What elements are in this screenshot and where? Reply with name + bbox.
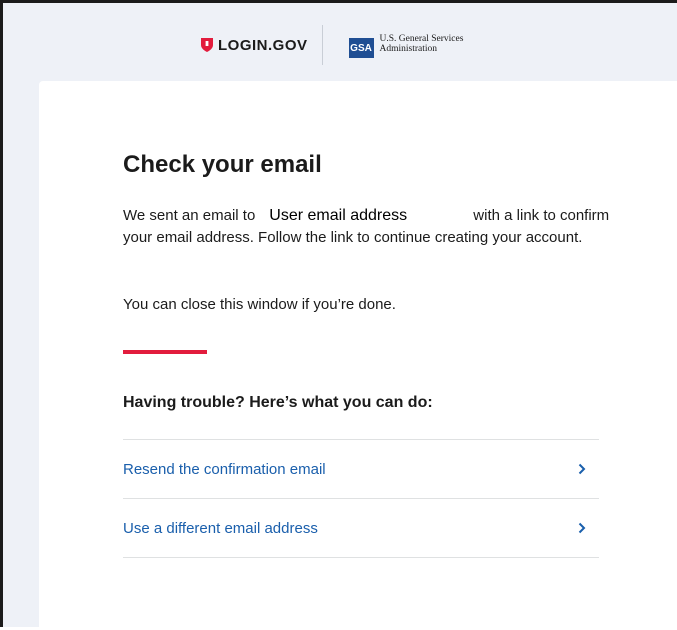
chevron-right-icon [578, 463, 586, 475]
section-divider [123, 350, 207, 354]
login-gov-logo-text: LOGIN.GOV [218, 36, 308, 54]
page-title: Check your email [123, 151, 322, 178]
user-email-address: User email address [269, 207, 408, 224]
shield-icon [201, 38, 213, 52]
gsa-name: U.S. General Services Administration [380, 34, 464, 54]
resend-confirmation-link[interactable]: Resend the confirmation email [123, 440, 599, 499]
login-gov-logo[interactable]: LOGIN.GOV [201, 37, 308, 54]
chevron-right-icon [578, 522, 586, 534]
resend-confirmation-label: Resend the confirmation email [123, 460, 326, 478]
different-email-label: Use a different email address [123, 519, 318, 537]
different-email-link[interactable]: Use a different email address [123, 499, 599, 558]
site-header: LOGIN.GOV GSA U.S. General Services Admi… [3, 3, 677, 81]
gsa-logo: GSA [348, 38, 374, 58]
gsa-name-line2: Administration [379, 44, 438, 54]
trouble-options-list: Resend the confirmation email Use a diff… [123, 439, 599, 558]
gsa-name-line1: U.S. General Services [379, 34, 464, 44]
close-window-message: You can close this window if you’re done… [123, 296, 396, 313]
help-heading: Having trouble? Here’s what you can do: [123, 394, 433, 411]
content-card: Check your email We sent an email to User… [39, 81, 677, 630]
browser-frame: LOGIN.GOV GSA U.S. General Services Admi… [0, 0, 677, 630]
message-lead: We sent an email to [123, 207, 256, 224]
confirmation-message: We sent an email to User email address wit… [123, 205, 623, 249]
gsa-logo-group[interactable]: GSA U.S. General Services Administration [348, 32, 464, 58]
brand-bar: LOGIN.GOV GSA U.S. General Services Admi… [201, 25, 463, 65]
header-divider [321, 25, 323, 65]
